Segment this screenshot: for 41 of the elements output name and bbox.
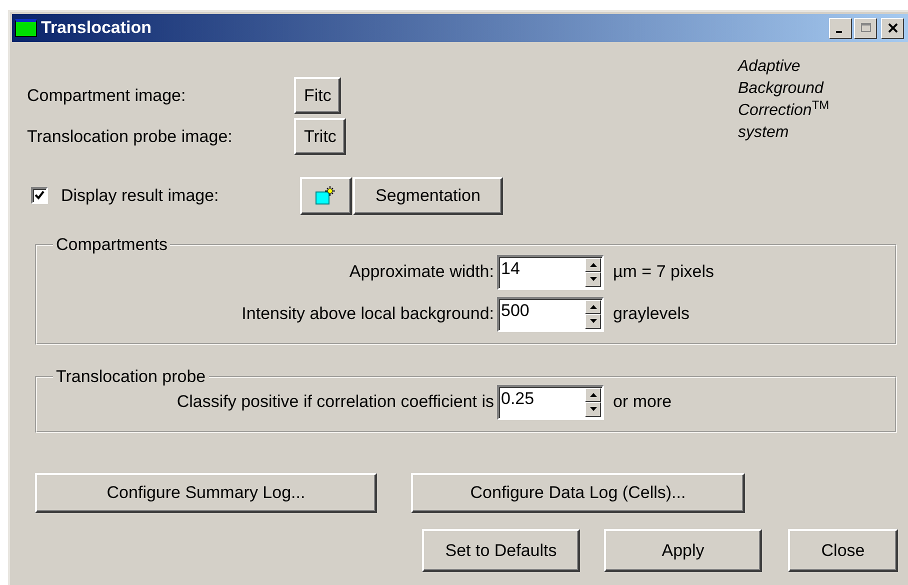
brand-text: Adaptive Background Correction$^{TM}$ system bbox=[738, 57, 830, 143]
configure-log-button[interactable]: Configure Data Log (Cells)... bbox=[411, 473, 745, 513]
spin-down-icon[interactable] bbox=[585, 272, 601, 286]
field-label: Approximate width: bbox=[348, 262, 495, 282]
action-button[interactable]: Set to Defaults bbox=[422, 529, 580, 572]
field-label: Compartment image: bbox=[27, 86, 187, 106]
action-button[interactable]: Apply bbox=[604, 529, 762, 572]
unit-label: µm = 7 pixels bbox=[613, 262, 714, 282]
spin-down-icon[interactable] bbox=[585, 402, 601, 416]
unit-label: or more bbox=[613, 392, 672, 412]
window-title: Translocation bbox=[41, 18, 153, 38]
spin-field[interactable]: 0.25 bbox=[497, 384, 604, 420]
checkbox-label: Display result image: bbox=[61, 186, 220, 206]
close-button[interactable] bbox=[881, 18, 904, 38]
action-button[interactable]: Close bbox=[788, 529, 898, 572]
spin-field[interactable]: 500 bbox=[497, 296, 604, 332]
spin-up-icon[interactable] bbox=[585, 388, 601, 402]
close-icon bbox=[888, 23, 898, 33]
configure-log-button[interactable]: Configure Summary Log... bbox=[35, 473, 377, 513]
image-button[interactable]: Tritc bbox=[294, 118, 346, 155]
checkbox[interactable] bbox=[31, 187, 48, 204]
image-button[interactable]: Fitc bbox=[294, 77, 342, 114]
spin-field[interactable]: 14 bbox=[497, 254, 604, 290]
minimize-button[interactable] bbox=[829, 18, 852, 38]
spin-up-icon[interactable] bbox=[585, 258, 601, 272]
field-label: Translocation probe image: bbox=[27, 126, 234, 146]
group-title: Compartments bbox=[55, 235, 168, 255]
image-sparkle-icon bbox=[315, 186, 337, 206]
window-icon bbox=[15, 19, 37, 37]
minimize-icon bbox=[836, 30, 842, 32]
maximize-button[interactable] bbox=[854, 18, 877, 38]
spin-down-icon[interactable] bbox=[585, 314, 601, 328]
spin-up-icon[interactable] bbox=[585, 300, 601, 314]
segmentation-button[interactable]: Segmentation bbox=[353, 176, 503, 214]
maximize-icon bbox=[860, 23, 870, 33]
check-icon bbox=[34, 190, 45, 201]
field-label: Classify positive if correlation coefficient is bbox=[176, 392, 495, 412]
display-image-button[interactable] bbox=[300, 176, 352, 214]
unit-label: graylevels bbox=[613, 304, 690, 324]
group-title: Translocation probe bbox=[55, 367, 207, 387]
field-label: Intensity above local background: bbox=[240, 304, 495, 324]
